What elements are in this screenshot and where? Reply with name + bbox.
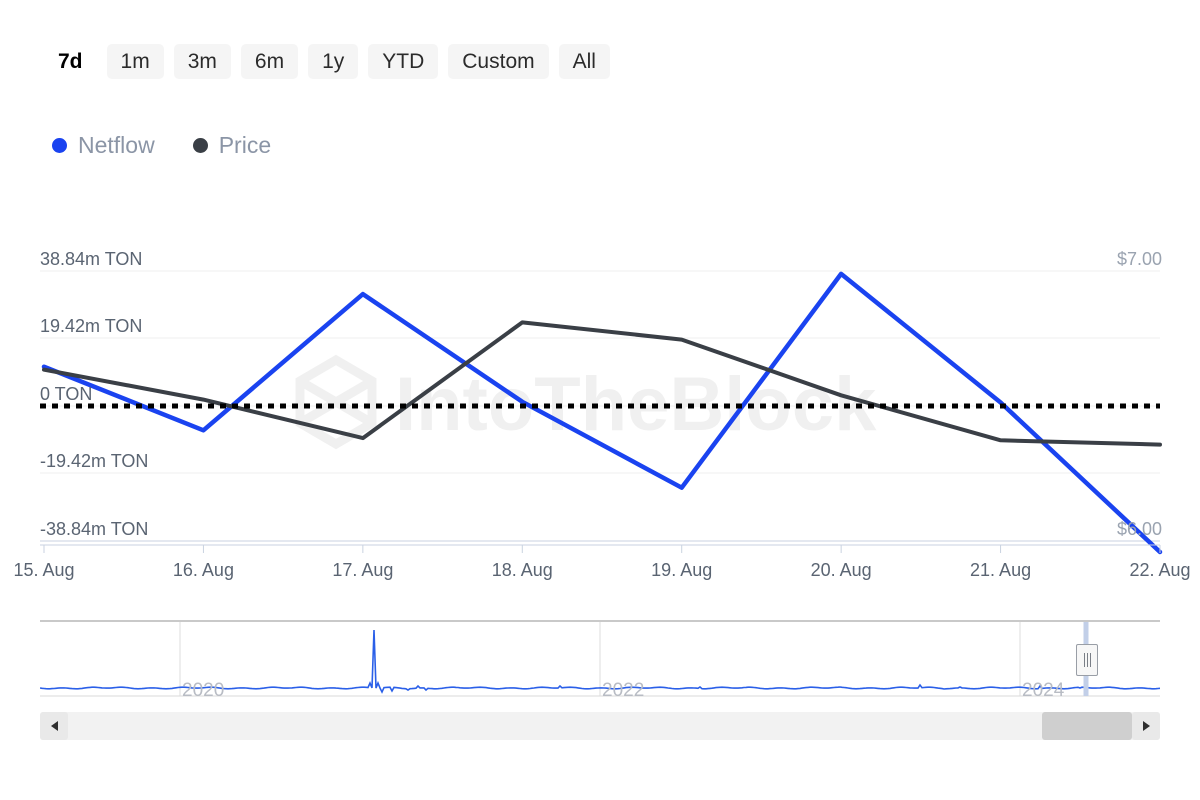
legend-item-netflow[interactable]: Netflow: [52, 134, 155, 157]
scrollbar-thumb[interactable]: [1042, 712, 1132, 740]
left-axis-tick-label: 19.42m TON: [40, 316, 142, 337]
horizontal-scrollbar[interactable]: [40, 712, 1160, 740]
range-button-6m[interactable]: 6m: [241, 44, 298, 79]
left-axis-tick-label: 38.84m TON: [40, 249, 142, 270]
watermark-text: IntoTheBlock: [395, 362, 877, 447]
x-axis-tick-label: 22. Aug: [1129, 560, 1190, 581]
x-axis: 15. Aug 16. Aug 17. Aug 18. Aug 19. Aug 20. A…: [0, 548, 1200, 594]
scroll-left-icon[interactable]: [40, 712, 68, 740]
scroll-right-icon[interactable]: [1132, 712, 1160, 740]
right-axis-tick-label: $6.00: [1117, 519, 1162, 540]
legend-item-price[interactable]: Price: [193, 134, 271, 157]
x-axis-ticks-svg: [0, 544, 1200, 560]
left-axis-tick-label: -38.84m TON: [40, 519, 148, 540]
chart-svg: IntoTheBlock: [0, 240, 1200, 560]
legend-dot-netflow-icon: [52, 138, 67, 153]
range-button-custom[interactable]: Custom: [448, 44, 548, 79]
legend-dot-price-icon: [193, 138, 208, 153]
right-axis-tick-label: $7.00: [1117, 249, 1162, 270]
watermark: IntoTheBlock: [300, 360, 877, 447]
left-axis-tick-label: -19.42m TON: [40, 451, 148, 472]
x-axis-tick-label: 16. Aug: [173, 560, 234, 581]
range-button-1m[interactable]: 1m: [107, 44, 164, 79]
navigator-year-label: 2020: [182, 680, 224, 702]
navigator-right-handle[interactable]: [1076, 644, 1098, 676]
navigator-year-label: 2024: [1022, 680, 1064, 702]
x-axis-tick-label: 17. Aug: [332, 560, 393, 581]
range-button-7d[interactable]: 7d: [44, 44, 97, 79]
chart-page: 7d 1m 3m 6m 1y YTD Custom All Netflow Price Into…: [0, 0, 1200, 800]
chart-plot-area: IntoTheBlock 38.84m TON 19.42m TON 0 TON -1…: [0, 240, 1200, 560]
navigator-year-label: 2022: [602, 680, 644, 702]
range-selector: 7d 1m 3m 6m 1y YTD Custom All: [44, 44, 610, 79]
x-axis-tick-label: 21. Aug: [970, 560, 1031, 581]
legend-label: Price: [219, 134, 271, 157]
chart-legend: Netflow Price: [52, 134, 271, 157]
legend-label: Netflow: [78, 134, 155, 157]
range-button-3m[interactable]: 3m: [174, 44, 231, 79]
x-axis-tick-label: 18. Aug: [492, 560, 553, 581]
range-button-all[interactable]: All: [559, 44, 610, 79]
x-axis-tick-label: 19. Aug: [651, 560, 712, 581]
range-button-ytd[interactable]: YTD: [368, 44, 438, 79]
range-button-1y[interactable]: 1y: [308, 44, 358, 79]
left-axis-tick-label: 0 TON: [40, 384, 92, 405]
x-axis-tick-label: 15. Aug: [13, 560, 74, 581]
range-navigator[interactable]: 202020222024: [40, 620, 1160, 698]
x-axis-tick-label: 20. Aug: [811, 560, 872, 581]
